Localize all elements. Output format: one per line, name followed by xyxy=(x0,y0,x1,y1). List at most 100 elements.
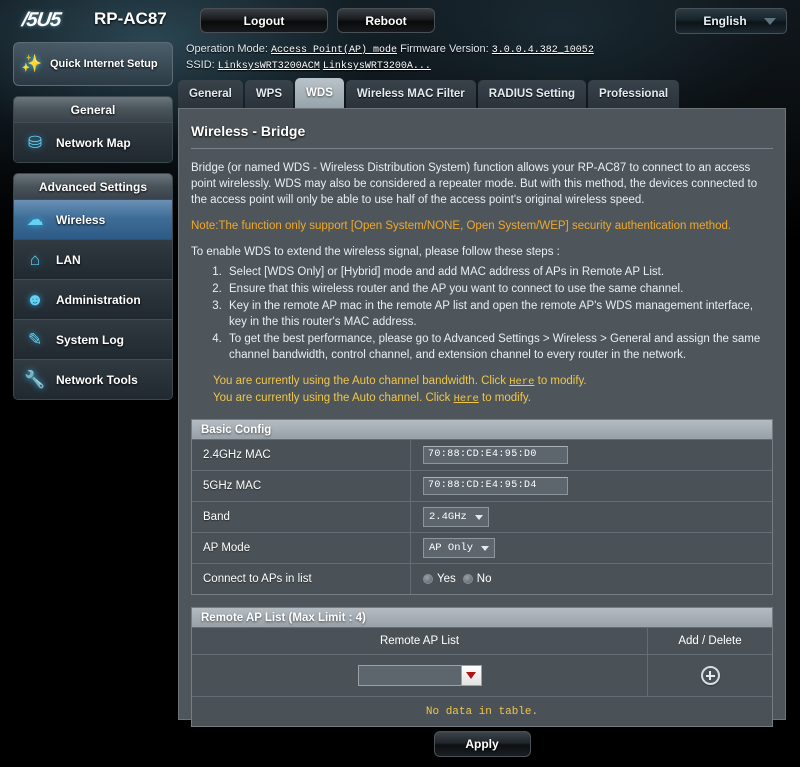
here-link-channel[interactable]: Here xyxy=(454,393,479,405)
remote-ap-empty-message: No data in table. xyxy=(192,696,772,726)
warning-prefix: You are currently using the Auto channel… xyxy=(213,375,510,387)
warning-prefix: You are currently using the Auto channel… xyxy=(213,392,454,404)
logout-button[interactable]: Logout xyxy=(200,8,328,33)
ssid-line: SSID: LinksysWRT3200ACM LinksysWRT3200A.… xyxy=(186,58,786,74)
tab-wds[interactable]: WDS xyxy=(295,78,344,108)
chevron-down-icon xyxy=(466,672,476,679)
sidebar-item-label: Administration xyxy=(56,292,141,307)
quick-internet-setup-button[interactable]: ✨ Quick Internet Setup xyxy=(13,42,173,86)
operation-mode-label: Operation Mode: xyxy=(186,43,268,55)
language-selector[interactable]: English xyxy=(675,8,787,34)
remote-ap-combobox[interactable] xyxy=(357,665,482,686)
row-label: Band xyxy=(192,502,411,532)
language-label: English xyxy=(703,14,747,28)
row-label: 2.4GHz MAC xyxy=(192,440,411,470)
operation-mode-line: Operation Mode: Access Point(AP) mode Fi… xyxy=(186,42,786,58)
tab-general[interactable]: General xyxy=(178,80,243,108)
user-icon: ☻ xyxy=(26,289,44,309)
steps-lead: To enable WDS to extend the wireless sig… xyxy=(191,246,560,258)
sidebar: ✨ Quick Internet Setup General ⛁ Network… xyxy=(13,42,173,400)
channel-bandwidth-warning: You are currently using the Auto channel… xyxy=(213,373,773,390)
steps-list: Select [WDS Only] or [Hybrid] mode and a… xyxy=(225,264,773,363)
ap-mode-selected-value: AP Only xyxy=(429,542,474,554)
tab-professional[interactable]: Professional xyxy=(588,80,680,108)
row-band: Band 2.4GHz xyxy=(192,501,772,532)
page-description: Bridge (or named WDS - Wireless Distribu… xyxy=(191,162,758,206)
sidebar-item-network-map[interactable]: ⛁ Network Map xyxy=(14,122,172,162)
basic-config-section: Basic Config 2.4GHz MAC 70:88:CD:E4:95:D… xyxy=(191,419,773,595)
radio-no-dot[interactable] xyxy=(462,574,473,584)
warning-suffix: to modify. xyxy=(534,375,587,387)
mac-24ghz-field[interactable]: 70:88:CD:E4:95:D0 xyxy=(423,446,568,464)
asus-logo: /5U5 xyxy=(20,9,62,31)
radio-option-no[interactable]: No xyxy=(462,573,492,585)
remote-ap-list-title: Remote AP List (Max Limit : 4) xyxy=(192,608,772,627)
sidebar-item-system-log[interactable]: ✎ System Log xyxy=(14,319,172,359)
sidebar-group-advanced: Advanced Settings ☁ Wireless ⌂ LAN ☻ Adm… xyxy=(13,173,173,400)
tab-radius-setting[interactable]: RADIUS Setting xyxy=(477,80,587,108)
radio-no-label: No xyxy=(476,573,492,585)
firmware-label: Firmware Version: xyxy=(400,43,489,55)
band-selected-value: 2.4GHz xyxy=(429,511,467,523)
channel-warning: You are currently using the Auto channel… xyxy=(213,390,773,407)
ssid-value-5[interactable]: LinksysWRT3200A... xyxy=(323,61,431,72)
sidebar-group-advanced-title: Advanced Settings xyxy=(14,174,172,199)
row-connect-to-aps: Connect to APs in list Yes No xyxy=(192,563,772,594)
sidebar-item-label: Wireless xyxy=(56,212,106,227)
chevron-down-icon xyxy=(481,545,490,551)
wifi-icon: ☁ xyxy=(26,209,44,229)
security-note: Note:The function only support [Open Sys… xyxy=(191,220,732,232)
content-panel: Wireless - Bridge Bridge (or named WDS -… xyxy=(178,108,786,727)
sidebar-item-label: Network Tools xyxy=(56,372,138,387)
operation-mode-value[interactable]: Access Point(AP) mode xyxy=(271,45,397,56)
status-info: Operation Mode: Access Point(AP) mode Fi… xyxy=(186,42,786,74)
band-select[interactable]: 2.4GHz xyxy=(423,507,489,527)
sidebar-item-label: System Log xyxy=(56,332,125,347)
column-header-remote-ap-list: Remote AP List xyxy=(192,628,648,654)
row-24ghz-mac: 2.4GHz MAC 70:88:CD:E4:95:D0 xyxy=(192,439,772,470)
sidebar-item-lan[interactable]: ⌂ LAN xyxy=(14,239,172,279)
radio-yes-label: Yes xyxy=(437,573,456,585)
magic-wand-icon: ✨ xyxy=(21,54,43,73)
warning-suffix: to modify. xyxy=(478,392,532,404)
apply-button[interactable]: Apply xyxy=(433,731,531,757)
add-remote-ap-button[interactable] xyxy=(700,666,720,685)
radio-option-yes[interactable]: Yes xyxy=(423,573,456,585)
row-label: Connect to APs in list xyxy=(192,564,411,594)
divider xyxy=(191,148,773,149)
remote-ap-table-header: Remote AP List Add / Delete xyxy=(192,627,772,654)
column-header-add-delete: Add / Delete xyxy=(678,635,742,647)
remote-ap-dropdown-button[interactable] xyxy=(460,666,481,685)
step-item: To get the best performance, please go t… xyxy=(225,331,773,363)
row-label: 5GHz MAC xyxy=(192,471,411,501)
sidebar-group-general-title: General xyxy=(14,97,172,122)
row-ap-mode: AP Mode AP Only xyxy=(192,532,772,563)
firmware-value[interactable]: 3.0.0.4.382_10052 xyxy=(492,45,594,56)
remote-ap-input-row xyxy=(192,654,772,696)
reboot-button[interactable]: Reboot xyxy=(337,8,435,33)
home-icon: ⌂ xyxy=(29,249,41,269)
ssid-label: SSID: xyxy=(186,59,215,71)
apply-row: Apply xyxy=(178,731,786,757)
sidebar-item-network-tools[interactable]: 🔧 Network Tools xyxy=(14,359,172,399)
radio-yes-dot[interactable] xyxy=(423,574,433,584)
chevron-down-icon xyxy=(474,514,483,520)
step-item: Ensure that this wireless router and the… xyxy=(225,281,773,297)
router-admin-page: /5U5 RP-AC87 Logout Reboot English ✨ Qui… xyxy=(0,0,800,767)
mac-5ghz-field[interactable]: 70:88:CD:E4:95:D4 xyxy=(423,477,568,495)
top-bar: /5U5 RP-AC87 Logout Reboot English xyxy=(0,0,800,40)
sidebar-item-administration[interactable]: ☻ Administration xyxy=(14,279,172,319)
sidebar-item-wireless[interactable]: ☁ Wireless xyxy=(14,199,172,239)
step-item: Select [WDS Only] or [Hybrid] mode and a… xyxy=(225,264,773,280)
ap-mode-select[interactable]: AP Only xyxy=(423,538,496,558)
ssid-value-24[interactable]: LinksysWRT3200ACM xyxy=(218,61,320,72)
quick-internet-setup-label: Quick Internet Setup xyxy=(50,58,158,70)
sidebar-item-label: Network Map xyxy=(56,135,131,150)
here-link-bandwidth[interactable]: Here xyxy=(509,376,534,388)
tab-wireless-mac-filter[interactable]: Wireless MAC Filter xyxy=(345,80,476,108)
remote-ap-input[interactable] xyxy=(359,666,461,685)
tab-bar: General WPS WDS Wireless MAC Filter RADI… xyxy=(178,78,681,108)
tab-wps[interactable]: WPS xyxy=(244,80,294,108)
sidebar-item-label: LAN xyxy=(56,252,81,267)
remote-ap-list-section: Remote AP List (Max Limit : 4) Remote AP… xyxy=(191,607,773,727)
